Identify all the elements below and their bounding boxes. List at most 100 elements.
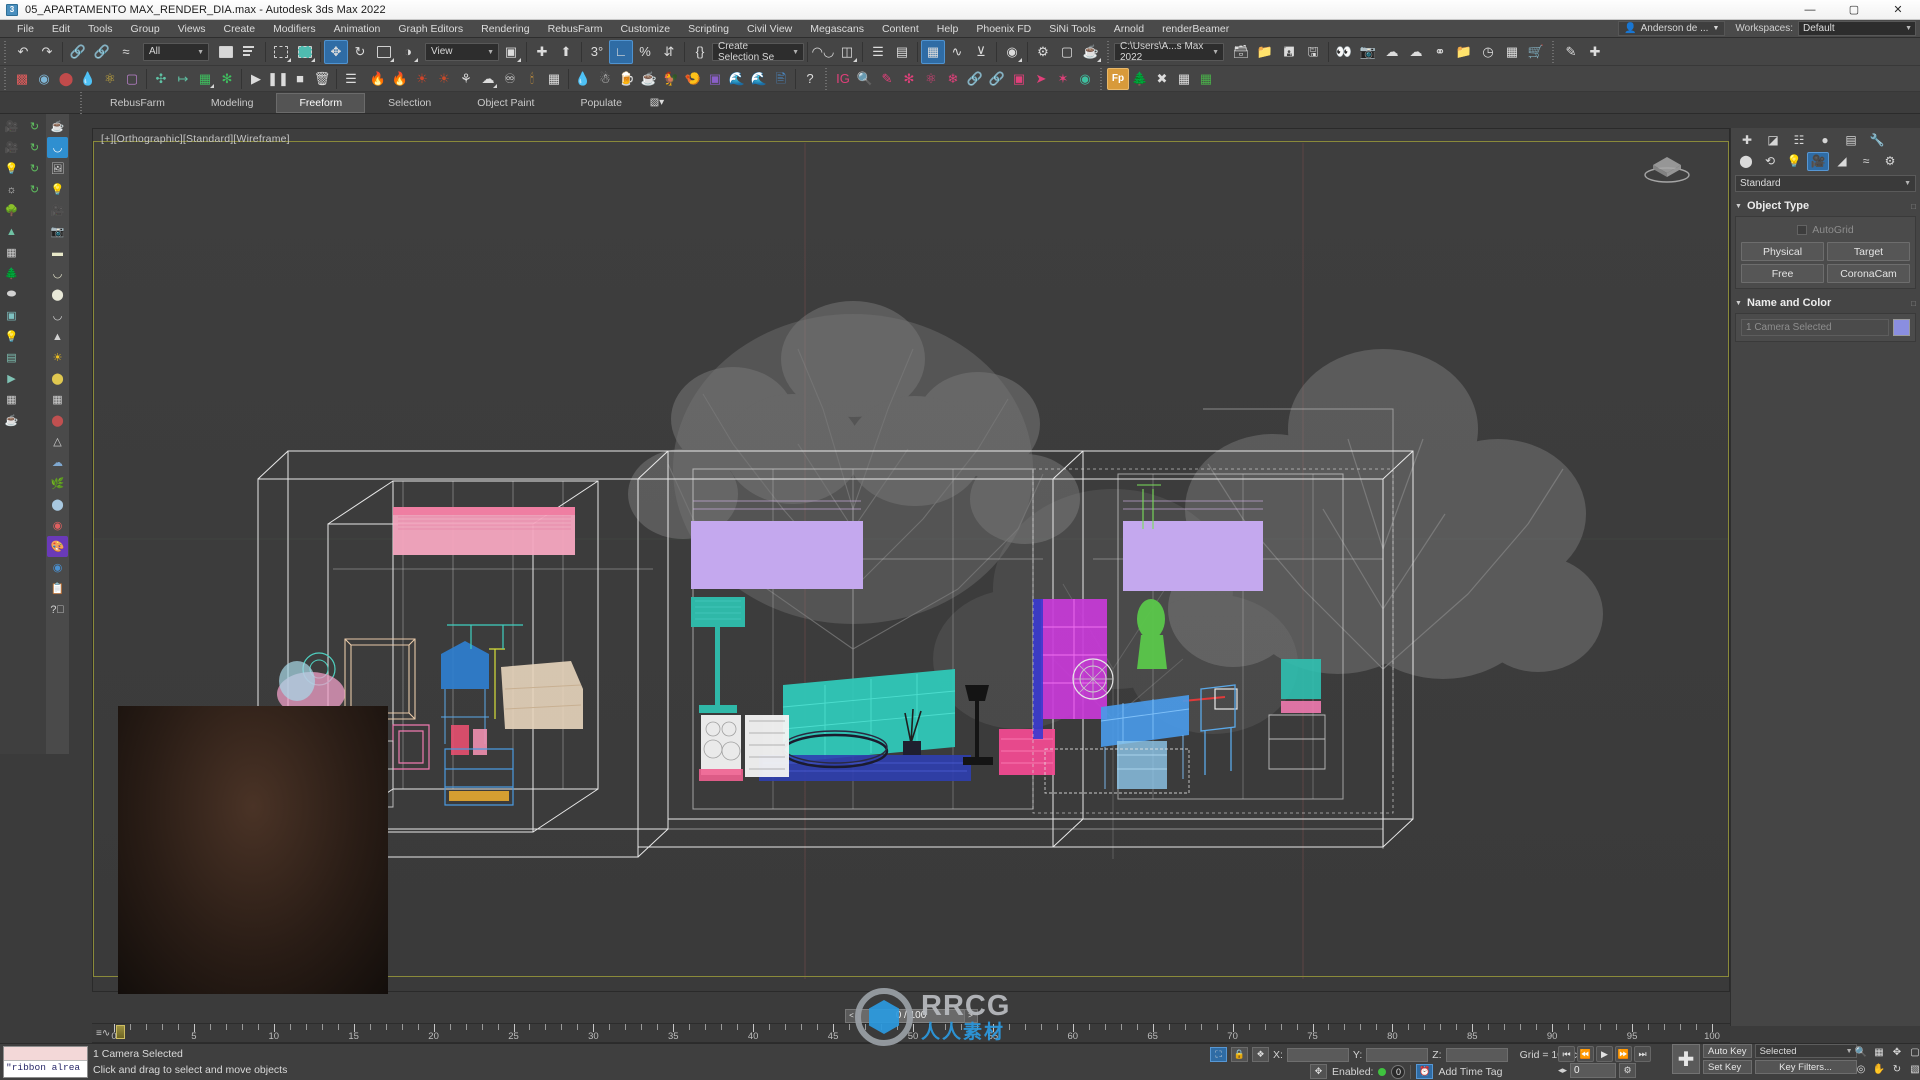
phoenix-fire-3-icon[interactable]: ☀ [411,68,433,90]
phoenix-cell-icon[interactable]: ▣ [704,68,726,90]
viewport-label[interactable]: [+][Orthographic][Standard][Wireframe] [101,133,290,145]
open-folder-icon[interactable]: 📁 [1253,40,1277,64]
systems-category[interactable]: ⚙ [1879,152,1901,171]
toggle-scene-explorer-icon[interactable]: ▦ [921,39,945,64]
orbit-icon[interactable]: ↻ [1889,1062,1905,1077]
phoenix-wax-icon[interactable]: 🐓 [660,68,682,90]
rectangular-selection-region-icon[interactable] [269,40,293,64]
redo-icon[interactable]: ↷ [35,40,59,64]
sun-yellow-icon[interactable]: ☀ [47,347,68,368]
phoenix-source-icon[interactable]: ▦ [543,68,565,90]
torus-icon[interactable]: ⬬ [1,284,22,305]
camera-icon[interactable]: 🎥 [1,116,22,137]
create-tab[interactable]: ✚ [1735,130,1759,150]
sun-icon[interactable]: ☼ [1,179,22,200]
toolbar-grip-2[interactable] [1105,40,1112,63]
measure-tool-icon[interactable]: ✎ [1559,40,1583,64]
sini-star-icon[interactable]: ✶ [1052,68,1074,90]
image-frame-icon[interactable]: 🖼 [47,158,68,179]
zoom-icon[interactable]: 🔍 [1853,1045,1869,1060]
asset-tracking-icon[interactable]: 📁 [1452,40,1476,64]
menu-item-tools[interactable]: Tools [79,20,122,38]
go-to-end-icon[interactable]: ⏭ [1634,1046,1651,1062]
sini-4-icon[interactable]: 🔗 [964,68,986,90]
bulb-icon[interactable]: 💡 [1,326,22,347]
manage-links-icon[interactable]: 🗃 [1229,40,1253,64]
project-folder-dropdown[interactable]: C:\Users\A...s Max 2022 ▼ [1114,41,1224,63]
space-warps-category[interactable]: ≈ [1855,152,1877,171]
pan-view-icon[interactable]: ✋ [1871,1062,1887,1077]
schematic-view-icon[interactable]: ⊻ [969,40,993,64]
set-keys-icon[interactable]: ✚ [1672,1044,1700,1074]
named-selection-sets-dropdown[interactable]: Create Selection Se ▼ [712,41,804,63]
disc-icon[interactable]: ⬤ [47,368,68,389]
user-account-menu[interactable]: 👤 Anderson de ... ▼ [1618,21,1726,36]
phoenix-preset-icon[interactable]: 🖹 [770,68,792,90]
set-key-button[interactable]: Set Key [1703,1060,1752,1074]
free-camera-button[interactable]: Free [1741,264,1824,283]
viewport-layout-icon[interactable]: ▦ [1,389,22,410]
sini-2-icon[interactable]: ⚛ [920,68,942,90]
play-animation-icon[interactable]: ▶ [1596,1046,1613,1062]
cone-icon[interactable]: ▲ [47,326,68,347]
ab-compare-icon[interactable]: ⚭ [1428,40,1452,64]
select-by-name-icon[interactable] [238,40,262,64]
spreadsheet-icon[interactable]: ▦ [1173,68,1195,90]
modify-tab[interactable]: ◪ [1761,130,1785,150]
z-field[interactable] [1445,1047,1508,1062]
fp-toolbar-grip[interactable] [1098,67,1105,90]
menu-item-modifiers[interactable]: Modifiers [264,20,325,38]
refresh-green-1-icon[interactable]: ↻ [24,116,45,137]
teapot-white-icon[interactable]: ☕ [47,116,68,137]
geometry-category[interactable]: ⬤ [1735,152,1757,171]
stop-icon[interactable]: ■ [289,68,311,90]
menu-item-rebusfarm[interactable]: RebusFarm [539,20,612,38]
red-sphere-icon[interactable]: ⬤ [55,68,77,90]
previous-frame-icon[interactable]: ⏪ [1577,1046,1594,1062]
physical-camera-button[interactable]: Physical [1741,242,1824,261]
menu-item-animation[interactable]: Animation [325,20,390,38]
edit-named-selection-sets-icon[interactable]: {} [688,40,712,64]
grass-icon[interactable]: 🌿 [47,473,68,494]
dome-icon[interactable]: ◡ [47,263,68,284]
plugins-toolbar-grip[interactable] [2,67,9,90]
toolbar-grip-3[interactable] [1550,40,1557,63]
maxscript-mini-listener[interactable]: "ribbon alrea [3,1046,88,1078]
angle-snap-toggle-icon[interactable]: ∟ [609,39,633,64]
minimize-button[interactable]: — [1788,0,1832,20]
key-filters-button[interactable]: Key Filters... [1754,1060,1857,1074]
hemi-icon[interactable]: ◡ [47,305,68,326]
export-icon[interactable]: 🖫 [1301,40,1325,64]
phoenix-ocean-icon[interactable]: 🌊 [726,68,748,90]
zoom-region-icon[interactable]: ▢ [1907,1045,1920,1060]
menu-item-help[interactable]: Help [928,20,968,38]
autogrid-checkbox[interactable] [1797,224,1808,235]
sini-toolbar-grip[interactable] [823,67,830,90]
arnold-render-icon[interactable]: ☁ [1380,40,1404,64]
camera-target-icon[interactable]: 🎥 [1,137,22,158]
tree-icon[interactable]: ▲ [1,221,22,242]
cloud-icon[interactable]: ☁ [47,452,68,473]
atom-icon[interactable]: ⚛ [99,68,121,90]
zoom-all-icon[interactable]: ▦ [1871,1045,1887,1060]
menu-item-create[interactable]: Create [215,20,265,38]
content-browser-icon[interactable]: ▦ [1500,40,1524,64]
phoenix-fire-4-icon[interactable]: ☀ [433,68,455,90]
bind-to-space-warp-icon[interactable]: ≈ [114,40,138,64]
fir-tree-icon[interactable]: 🌲 [1,263,22,284]
autogrid-row[interactable]: AutoGrid [1741,222,1910,237]
menu-item-renderbeamer[interactable]: renderBeamer [1153,20,1238,38]
camera-burst-icon[interactable]: 📷 [47,221,68,242]
menu-item-views[interactable]: Views [169,20,215,38]
cameras-category[interactable]: 🎥 [1807,151,1829,171]
menu-item-scripting[interactable]: Scripting [679,20,738,38]
select-and-place-icon[interactable]: ◑ [396,40,420,64]
menu-item-sini-tools[interactable]: SiNi Tools [1040,20,1105,38]
frame-field[interactable]: 0 [1570,1063,1617,1078]
help-question-icon[interactable]: ? [799,68,821,90]
phoenix-liquid-icon[interactable]: 💧 [572,68,594,90]
frame-spinner-icon[interactable]: ◂▸ [1558,1065,1567,1076]
tree-green-icon[interactable]: 🌲 [1129,68,1151,90]
trees-icon[interactable]: 🌳 [1,200,22,221]
water-drop-icon[interactable]: 💧 [77,68,99,90]
